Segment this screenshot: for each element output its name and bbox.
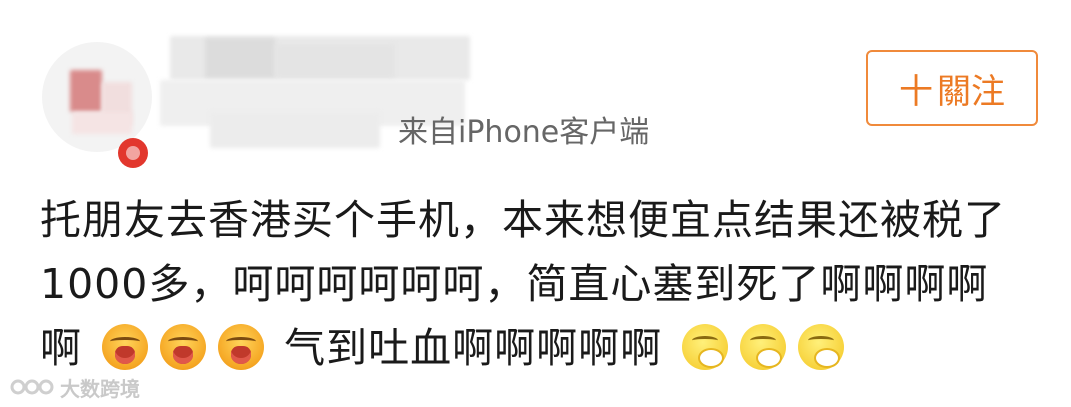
post-text-line-3: 啊 气到吐血啊啊啊啊啊 [40, 316, 1040, 380]
vomit-face-icon [682, 324, 729, 370]
watermark: 大数跨境 [10, 374, 140, 401]
vomit-face-icon [798, 324, 845, 370]
avatar[interactable] [42, 42, 152, 152]
post-source: 来自iPhone客户端 [398, 115, 650, 150]
crying-face-icon [102, 324, 149, 370]
post-text-line-1: 托朋友去香港买个手机，本来想便宜点结果还被税了 [40, 196, 1006, 244]
watermark-text: 大数跨境 [60, 376, 140, 401]
crying-face-icon [160, 324, 207, 370]
post-text-line-3-prefix: 啊 [40, 324, 82, 372]
watermark-logo-icon [10, 376, 54, 398]
plus-icon: 十 [899, 71, 933, 112]
follow-button-label: 關注 [937, 71, 1005, 112]
post-text-line-3-mid: 气到吐血啊啊啊啊啊 [284, 324, 663, 372]
post-content: 托朋友去香港买个手机，本来想便宜点结果还被税了 1000多，呵呵呵呵呵呵，简直心… [40, 188, 1040, 380]
verified-badge-icon [118, 138, 148, 168]
follow-button[interactable]: 十 關注 [866, 50, 1038, 126]
vomit-face-icon [740, 324, 787, 370]
crying-face-icon [218, 324, 265, 370]
post-text-line-2: 1000多，呵呵呵呵呵呵，简直心塞到死了啊啊啊啊 [40, 260, 989, 308]
